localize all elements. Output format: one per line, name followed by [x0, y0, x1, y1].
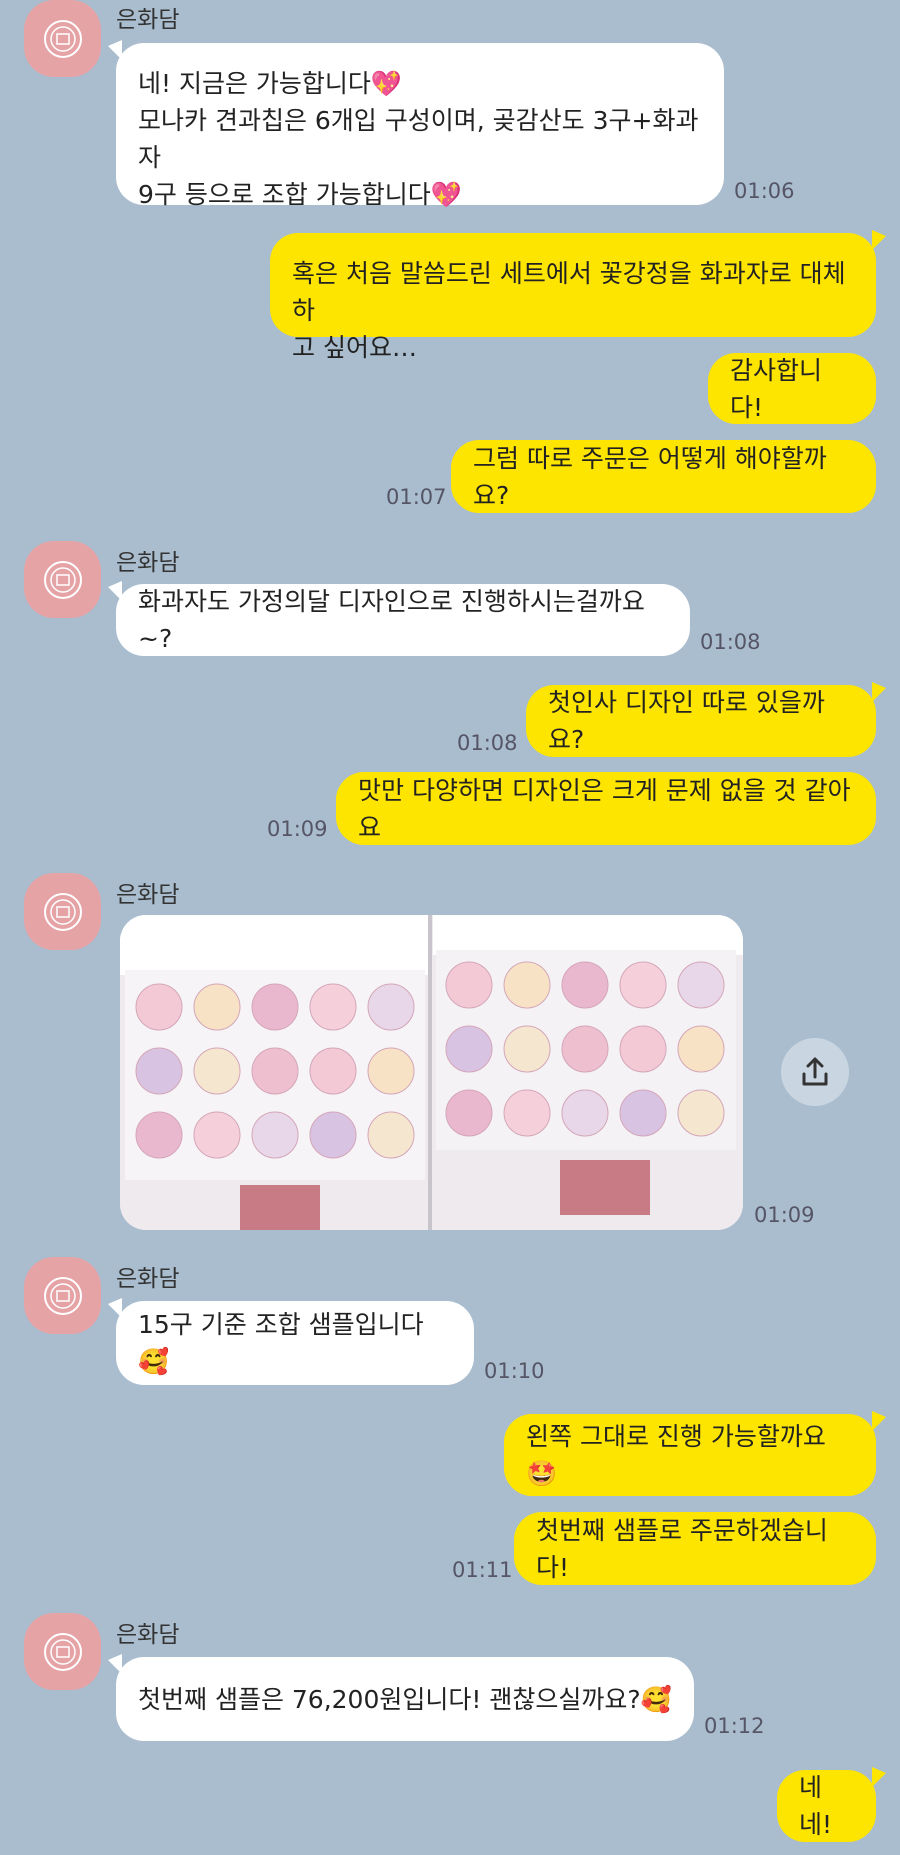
- message-time: 01:08: [700, 630, 761, 654]
- message-bubble-outgoing[interactable]: 왼쪽 그대로 진행 가능할까요🤩: [504, 1414, 876, 1496]
- wagashi-item: [251, 1111, 299, 1159]
- message-bubble-incoming[interactable]: 화과자도 가정의달 디자인으로 진행하시는걸까요~?: [116, 584, 690, 656]
- wagashi-item: [619, 1025, 667, 1073]
- store-logo-icon: [43, 560, 82, 599]
- wagashi-item: [309, 1047, 357, 1095]
- wagashi-item: [135, 983, 183, 1031]
- message-time: 01:08: [457, 731, 518, 755]
- message-text: 15구 기준 조합 샘플입니다🥰: [138, 1310, 424, 1376]
- message-bubble-outgoing[interactable]: 네네!: [777, 1770, 876, 1842]
- wagashi-item: [561, 961, 609, 1009]
- message-bubble-incoming[interactable]: 15구 기준 조합 샘플입니다🥰: [116, 1301, 474, 1385]
- wagashi-item: [367, 983, 415, 1031]
- sender-name: 은화담: [116, 7, 180, 33]
- wagashi-item: [561, 1089, 609, 1137]
- message-bubble-outgoing[interactable]: 감사합니다!: [708, 353, 876, 424]
- message-bubble-outgoing[interactable]: 혹은 처음 말씀드린 세트에서 꽃강정을 화과자로 대체하 고 싶어요…: [270, 233, 876, 362]
- message-text: 첫번째 샘플로 주문하겠습니다!: [536, 1515, 828, 1582]
- bubble-tail: [872, 1767, 886, 1787]
- message-bubble-outgoing[interactable]: 첫번째 샘플로 주문하겠습니다!: [514, 1512, 876, 1585]
- message-text: 모나카 견과칩은 6개입 구성이며, 곶감산도 3구+화과자: [138, 106, 699, 172]
- message-text: 첫인사 디자인 따로 있을까요?: [548, 688, 825, 754]
- message-text: 첫번째 샘플은 76,200원입니다! 괜찮으실까요?🥰: [138, 1684, 672, 1714]
- wagashi-item: [367, 1047, 415, 1095]
- sender-name: 은화담: [116, 550, 180, 576]
- message-time: 01:09: [267, 817, 328, 841]
- message-bubble-incoming[interactable]: 네! 지금은 가능합니다💖 모나카 견과칩은 6개입 구성이며, 곶감산도 3구…: [116, 43, 724, 209]
- message-text: 감사합니다!: [730, 355, 823, 422]
- wagashi-item: [193, 1111, 241, 1159]
- bubble-tail: [872, 682, 886, 702]
- message-time: 01:12: [704, 1714, 765, 1738]
- wagashi-item: [503, 1025, 551, 1073]
- store-logo-icon: [43, 892, 82, 931]
- wagashi-item: [309, 983, 357, 1031]
- wagashi-item: [503, 961, 551, 1009]
- wagashi-item: [561, 1025, 609, 1073]
- wagashi-item: [619, 961, 667, 1009]
- wagashi-item: [251, 983, 299, 1031]
- wagashi-item: [619, 1089, 667, 1137]
- message-bubble-outgoing[interactable]: 첫인사 디자인 따로 있을까요?: [526, 685, 876, 757]
- wagashi-item: [251, 1047, 299, 1095]
- bubble-tail: [108, 40, 122, 60]
- message-bubble-outgoing[interactable]: 맛만 다양하면 디자인은 크게 문제 없을 것 같아요: [336, 772, 876, 845]
- message-time: 01:09: [754, 1203, 815, 1227]
- wagashi-item: [367, 1111, 415, 1159]
- message-time: 01:11: [452, 1558, 513, 1582]
- wagashi-item: [677, 1089, 725, 1137]
- store-logo-icon: [43, 1276, 82, 1315]
- wagashi-item: [135, 1111, 183, 1159]
- sample-photo[interactable]: [120, 915, 743, 1230]
- bubble-tail: [108, 1298, 122, 1318]
- sender-avatar[interactable]: [24, 541, 101, 618]
- message-text: 9구 등으로 조합 가능합니다💖: [138, 180, 462, 209]
- wagashi-item: [445, 1025, 493, 1073]
- wagashi-item: [193, 983, 241, 1031]
- message-time: 01:07: [386, 485, 447, 509]
- bubble-tail: [108, 1654, 122, 1674]
- message-bubble-outgoing[interactable]: 그럼 따로 주문은 어떻게 해야할까요?: [451, 440, 876, 513]
- sender-name: 은화담: [116, 1266, 180, 1292]
- bubble-tail: [872, 230, 886, 250]
- message-text: 고 싶어요…: [292, 333, 417, 362]
- sender-name: 은화담: [116, 882, 180, 908]
- share-button[interactable]: [781, 1038, 849, 1106]
- sender-avatar[interactable]: [24, 1613, 101, 1690]
- store-logo-icon: [43, 1632, 82, 1671]
- wagashi-item: [309, 1111, 357, 1159]
- wagashi-item: [445, 1089, 493, 1137]
- store-logo-icon: [43, 19, 82, 58]
- message-bubble-incoming[interactable]: 첫번째 샘플은 76,200원입니다! 괜찮으실까요?🥰: [116, 1657, 694, 1741]
- wagashi-item: [135, 1047, 183, 1095]
- message-text: 그럼 따로 주문은 어떻게 해야할까요?: [473, 443, 827, 510]
- message-text: 맛만 다양하면 디자인은 크게 문제 없을 것 같아요: [358, 775, 851, 842]
- wagashi-item: [445, 961, 493, 1009]
- wagashi-item: [503, 1089, 551, 1137]
- message-text: 네! 지금은 가능합니다💖: [138, 69, 403, 98]
- message-text: 네네!: [799, 1773, 833, 1839]
- wagashi-box-photo: [120, 915, 743, 1230]
- share-icon: [802, 1057, 828, 1086]
- message-time: 01:10: [484, 1359, 545, 1383]
- wagashi-item: [193, 1047, 241, 1095]
- sender-avatar[interactable]: [24, 1257, 101, 1334]
- wagashi-item: [677, 961, 725, 1009]
- sender-avatar[interactable]: [24, 873, 101, 950]
- message-text: 왼쪽 그대로 진행 가능할까요🤩: [526, 1422, 826, 1488]
- sender-avatar[interactable]: [24, 0, 101, 77]
- message-text: 혹은 처음 말씀드린 세트에서 꽃강정을 화과자로 대체하: [292, 259, 846, 325]
- sender-name: 은화담: [116, 1622, 180, 1648]
- message-text: 화과자도 가정의달 디자인으로 진행하시는걸까요~?: [138, 587, 645, 653]
- wagashi-item: [677, 1025, 725, 1073]
- bubble-tail: [872, 1411, 886, 1431]
- bubble-tail: [108, 581, 122, 601]
- message-time: 01:06: [734, 179, 795, 203]
